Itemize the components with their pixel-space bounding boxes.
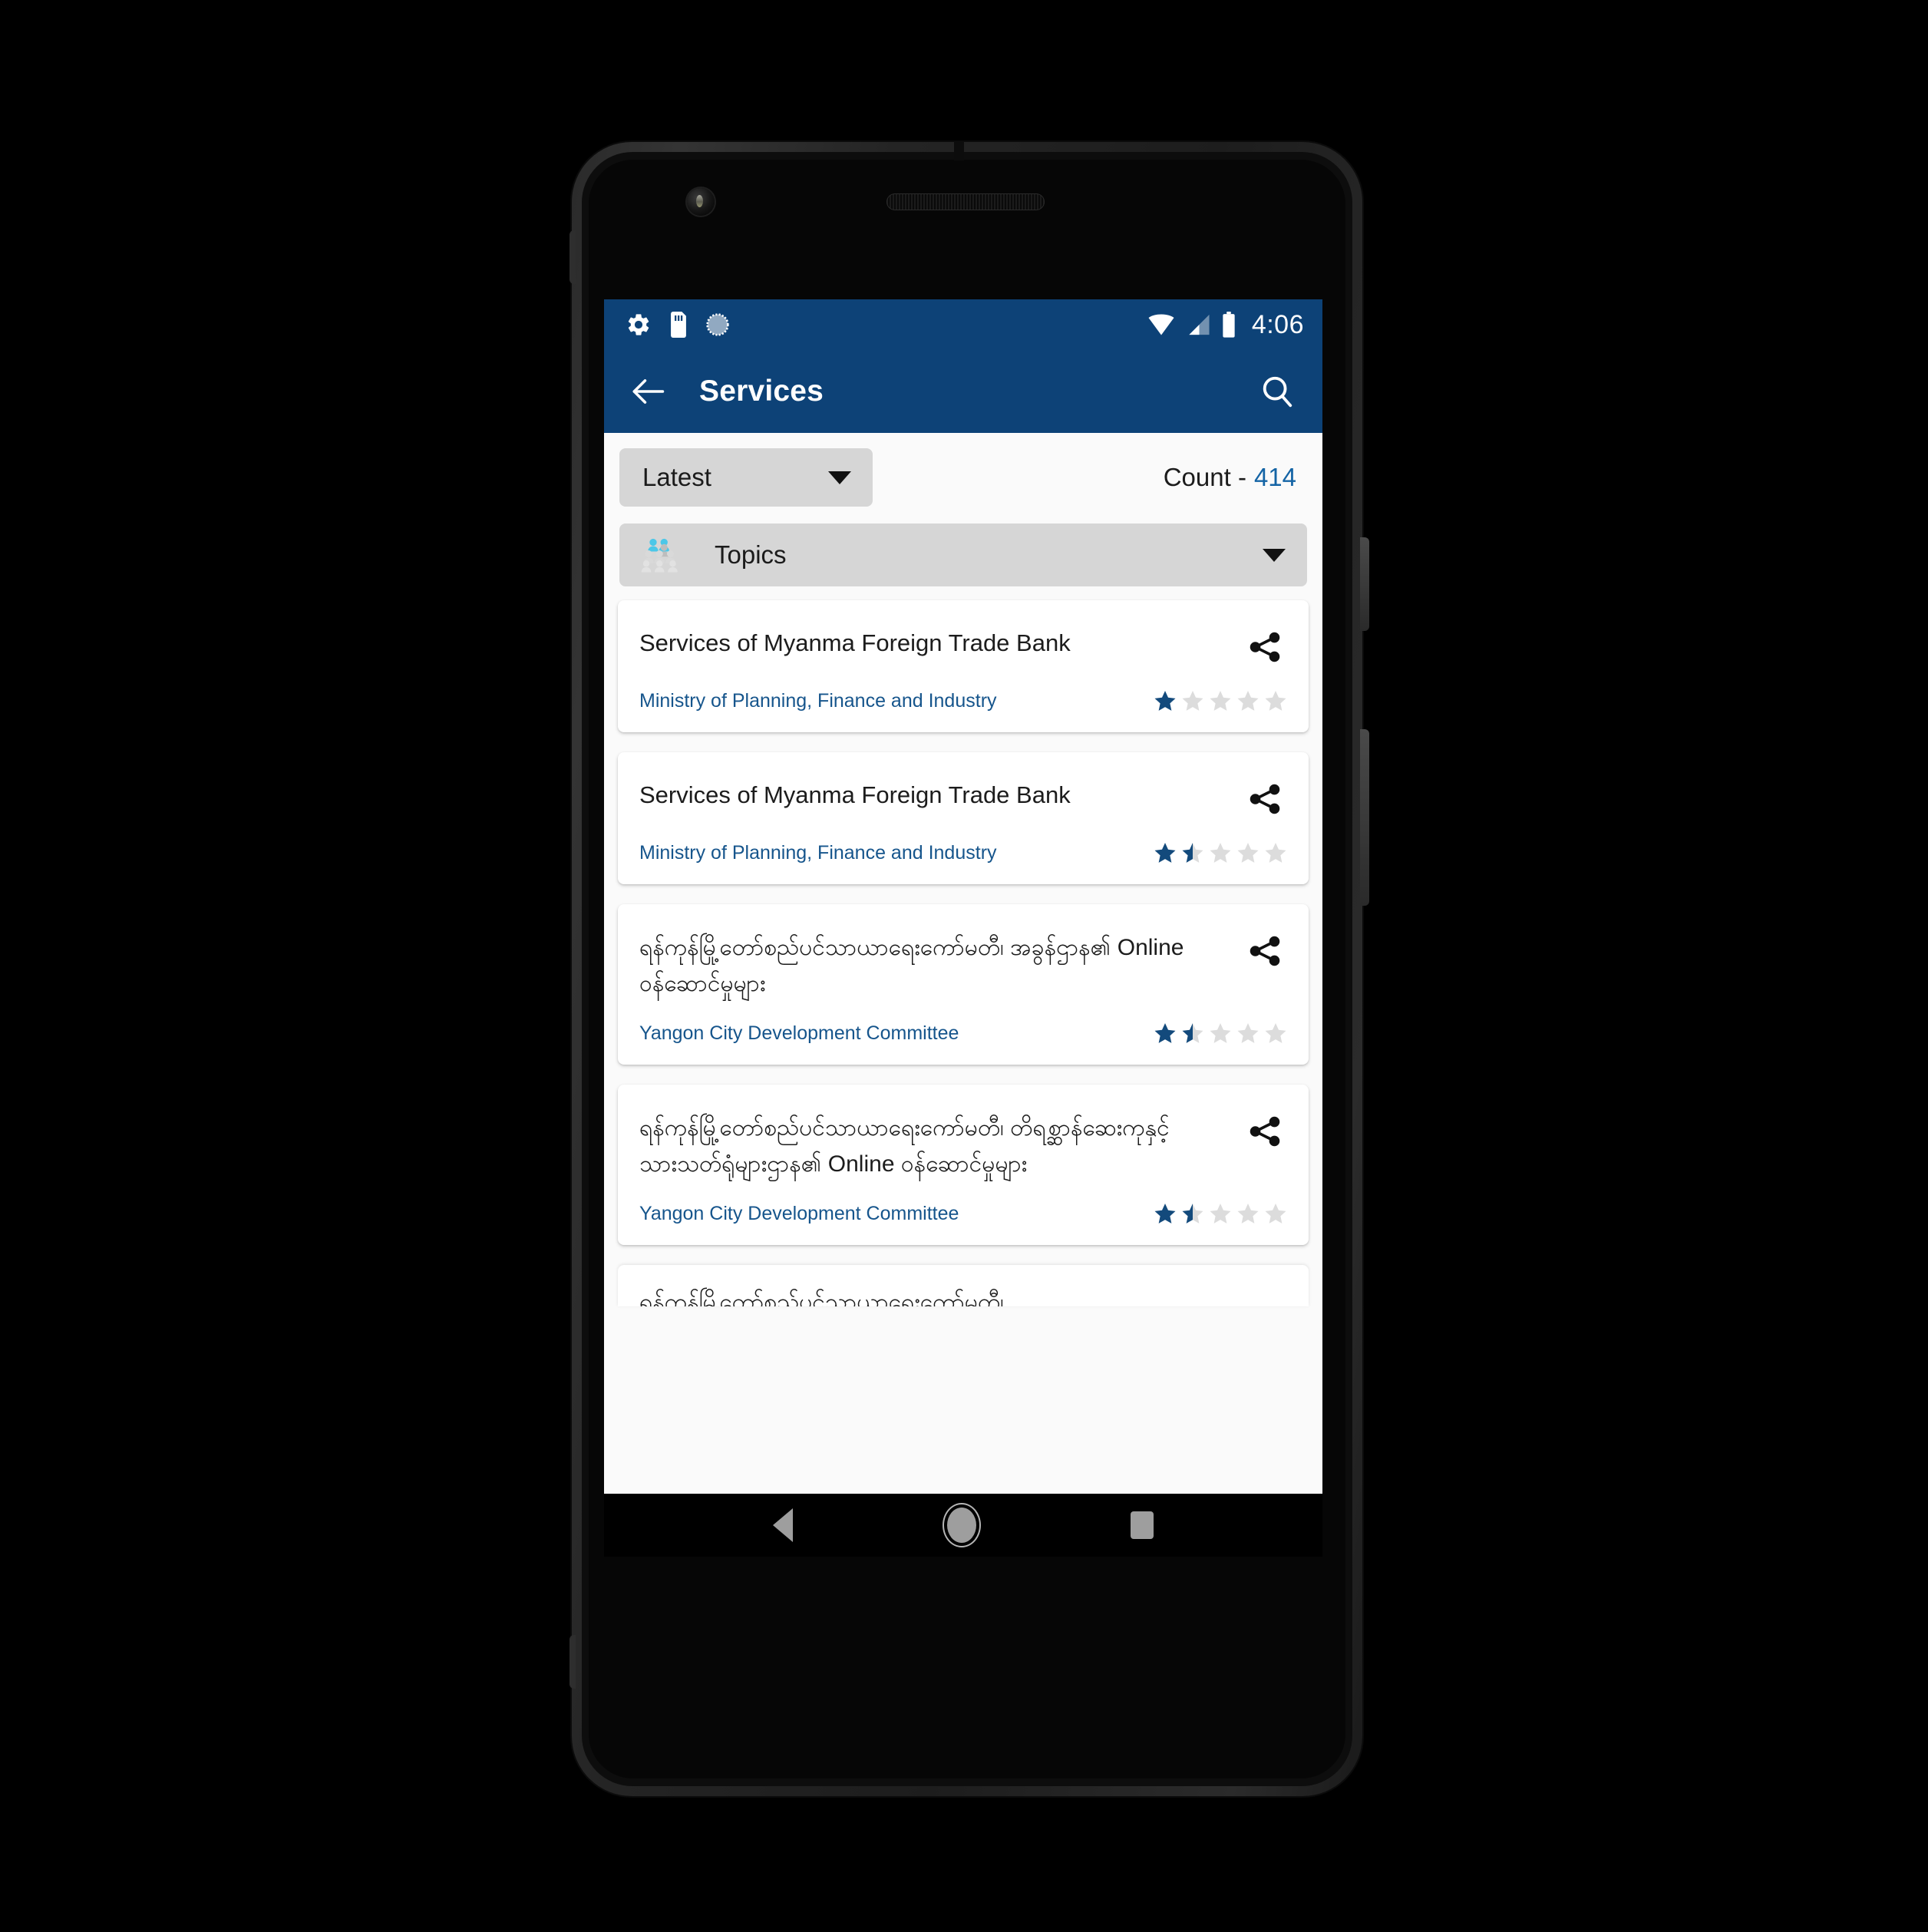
left-frame-notch-top bbox=[569, 230, 576, 284]
rating-star-empty bbox=[1265, 843, 1286, 863]
card-header: Services of Myanma Foreign Trade Bank bbox=[639, 623, 1287, 669]
service-card[interactable]: ရန်ကုန်မြို့တော်စည်ပင်သာယာရေးကော်မတီ၊ တိ… bbox=[618, 1085, 1309, 1245]
card-header: ရန်ကုန်မြို့တော်စည်ပင်သာယာရေးကော်မတီ၊ အခ… bbox=[639, 927, 1287, 1002]
arrow-back-icon bbox=[632, 379, 665, 404]
power-button[interactable] bbox=[1360, 537, 1369, 631]
rating-star-empty bbox=[1265, 1023, 1286, 1043]
battery-icon bbox=[1223, 312, 1235, 338]
rating-star-empty bbox=[1210, 843, 1231, 863]
status-bar: 4:06 bbox=[604, 299, 1322, 350]
service-card[interactable]: Services of Myanma Foreign Trade Bank Min… bbox=[618, 752, 1309, 884]
sort-dropdown[interactable]: Latest bbox=[619, 448, 873, 507]
card-title: Services of Myanma Foreign Trade Bank bbox=[639, 629, 1071, 656]
share-button[interactable] bbox=[1243, 929, 1287, 973]
share-icon bbox=[1250, 1116, 1280, 1147]
card-header: Services of Myanma Foreign Trade Bank bbox=[639, 775, 1287, 821]
sort-dropdown-label: Latest bbox=[642, 463, 711, 491]
status-bar-left-icons bbox=[626, 312, 730, 338]
share-icon bbox=[1250, 632, 1280, 662]
front-camera-icon bbox=[687, 188, 715, 216]
back-button[interactable] bbox=[626, 369, 670, 414]
count-display: Count - 414 bbox=[1164, 463, 1301, 492]
sync-circle-icon bbox=[706, 313, 729, 336]
partial-card-title: ရန်ကုန်မြို့တော်စည်ပင်သာယာရေးကော်မတီ၊ bbox=[639, 1290, 1004, 1306]
people-group-icon bbox=[641, 538, 678, 573]
service-card[interactable]: ရန်ကုန်မြို့တော်စည်ပင်သာယာရေးကော်မတီ၊ အခ… bbox=[618, 904, 1309, 1065]
rating-stars[interactable] bbox=[1154, 1022, 1287, 1045]
card-agency-link[interactable]: Ministry of Planning, Finance and Indust… bbox=[639, 690, 997, 712]
gear-icon bbox=[628, 314, 649, 335]
service-card[interactable]: Services of Myanma Foreign Trade Bank Min… bbox=[618, 600, 1309, 732]
card-title: ရန်ကုန်မြို့တော်စည်ပင်သာယာရေးကော်မတီ၊ အခ… bbox=[639, 935, 1184, 996]
volume-button[interactable] bbox=[1360, 729, 1369, 906]
rating-star-empty bbox=[1237, 1204, 1259, 1224]
rating-star-empty bbox=[1210, 691, 1231, 711]
list-item-partial[interactable]: ရန်ကုန်မြို့တော်စည်ပင်သာယာရေးကော်မတီ၊ bbox=[618, 1265, 1309, 1306]
topics-dropdown[interactable]: Topics bbox=[619, 523, 1307, 586]
card-footer: Ministry of Planning, Finance and Indust… bbox=[639, 689, 1287, 712]
page-title: Services bbox=[699, 375, 824, 408]
card-agency-link[interactable]: Ministry of Planning, Finance and Indust… bbox=[639, 842, 997, 864]
rating-stars[interactable] bbox=[1154, 841, 1287, 864]
rating-stars[interactable] bbox=[1154, 689, 1287, 712]
card-footer: Ministry of Planning, Finance and Indust… bbox=[639, 841, 1287, 864]
wifi-icon bbox=[1148, 314, 1174, 335]
rating-star-filled bbox=[1154, 1023, 1176, 1043]
nav-home-circle-icon[interactable] bbox=[946, 1508, 976, 1543]
card-title: Services of Myanma Foreign Trade Bank bbox=[639, 781, 1071, 808]
search-icon bbox=[1263, 376, 1292, 408]
rating-star-half bbox=[1182, 1204, 1203, 1224]
share-button[interactable] bbox=[1243, 1109, 1287, 1154]
rating-star-empty bbox=[1237, 843, 1259, 863]
topics-dropdown-label: Topics bbox=[715, 540, 787, 569]
phone-screen: 4:06 Services Latest Count - 414 Topics … bbox=[604, 299, 1322, 1494]
rating-star-empty bbox=[1210, 1204, 1231, 1224]
rating-star-empty bbox=[1237, 691, 1259, 711]
antenna-line bbox=[954, 142, 964, 160]
card-agency-link[interactable]: Yangon City Development Committee bbox=[639, 1203, 959, 1225]
rating-star-filled bbox=[1154, 843, 1176, 863]
earpiece-speaker-icon bbox=[886, 193, 1045, 210]
nav-back-triangle-icon[interactable] bbox=[773, 1508, 794, 1542]
card-footer: Yangon City Development Committee bbox=[639, 1202, 1287, 1225]
left-frame-notch-bottom bbox=[569, 1635, 576, 1689]
card-footer: Yangon City Development Committee bbox=[639, 1022, 1287, 1045]
sd-card-icon bbox=[671, 312, 686, 338]
share-button[interactable] bbox=[1243, 777, 1287, 821]
app-bar: Services bbox=[604, 350, 1322, 433]
rating-star-filled bbox=[1154, 1204, 1176, 1224]
chevron-down-icon bbox=[1263, 548, 1286, 562]
card-agency-link[interactable]: Yangon City Development Committee bbox=[639, 1022, 959, 1045]
count-value: 414 bbox=[1253, 463, 1296, 491]
rating-star-filled bbox=[1154, 691, 1176, 711]
card-title: ရန်ကုန်မြို့တော်စည်ပင်သာယာရေးကော်မတီ၊ တိ… bbox=[639, 1115, 1170, 1177]
status-bar-clock: 4:06 bbox=[1251, 309, 1304, 339]
rating-star-half bbox=[1182, 1023, 1203, 1043]
services-list: Services of Myanma Foreign Trade Bank Min… bbox=[604, 586, 1322, 1245]
share-icon bbox=[1250, 936, 1280, 966]
android-nav-bar bbox=[604, 1494, 1322, 1557]
rating-star-half bbox=[1182, 843, 1203, 863]
share-icon bbox=[1250, 784, 1280, 814]
content-area: Latest Count - 414 Topics Services of My… bbox=[604, 433, 1322, 1494]
cellular-signal-icon bbox=[1189, 314, 1210, 335]
rating-star-empty bbox=[1265, 691, 1286, 711]
filter-row: Latest Count - 414 bbox=[604, 433, 1322, 507]
card-header: ရန်ကုန်မြို့တော်စည်ပင်သာယာရေးကော်မတီ၊ တိ… bbox=[639, 1108, 1287, 1182]
rating-stars[interactable] bbox=[1154, 1202, 1287, 1225]
rating-star-empty bbox=[1265, 1204, 1286, 1224]
rating-star-empty bbox=[1210, 1023, 1231, 1043]
rating-star-empty bbox=[1182, 691, 1203, 711]
rating-star-empty bbox=[1237, 1023, 1259, 1043]
share-button[interactable] bbox=[1243, 625, 1287, 669]
status-bar-right-icons: 4:06 bbox=[1147, 310, 1304, 340]
nav-recents-square-icon[interactable] bbox=[1130, 1511, 1154, 1539]
chevron-down-icon bbox=[828, 471, 851, 484]
count-label: Count - bbox=[1163, 463, 1246, 491]
search-button[interactable] bbox=[1255, 369, 1299, 414]
